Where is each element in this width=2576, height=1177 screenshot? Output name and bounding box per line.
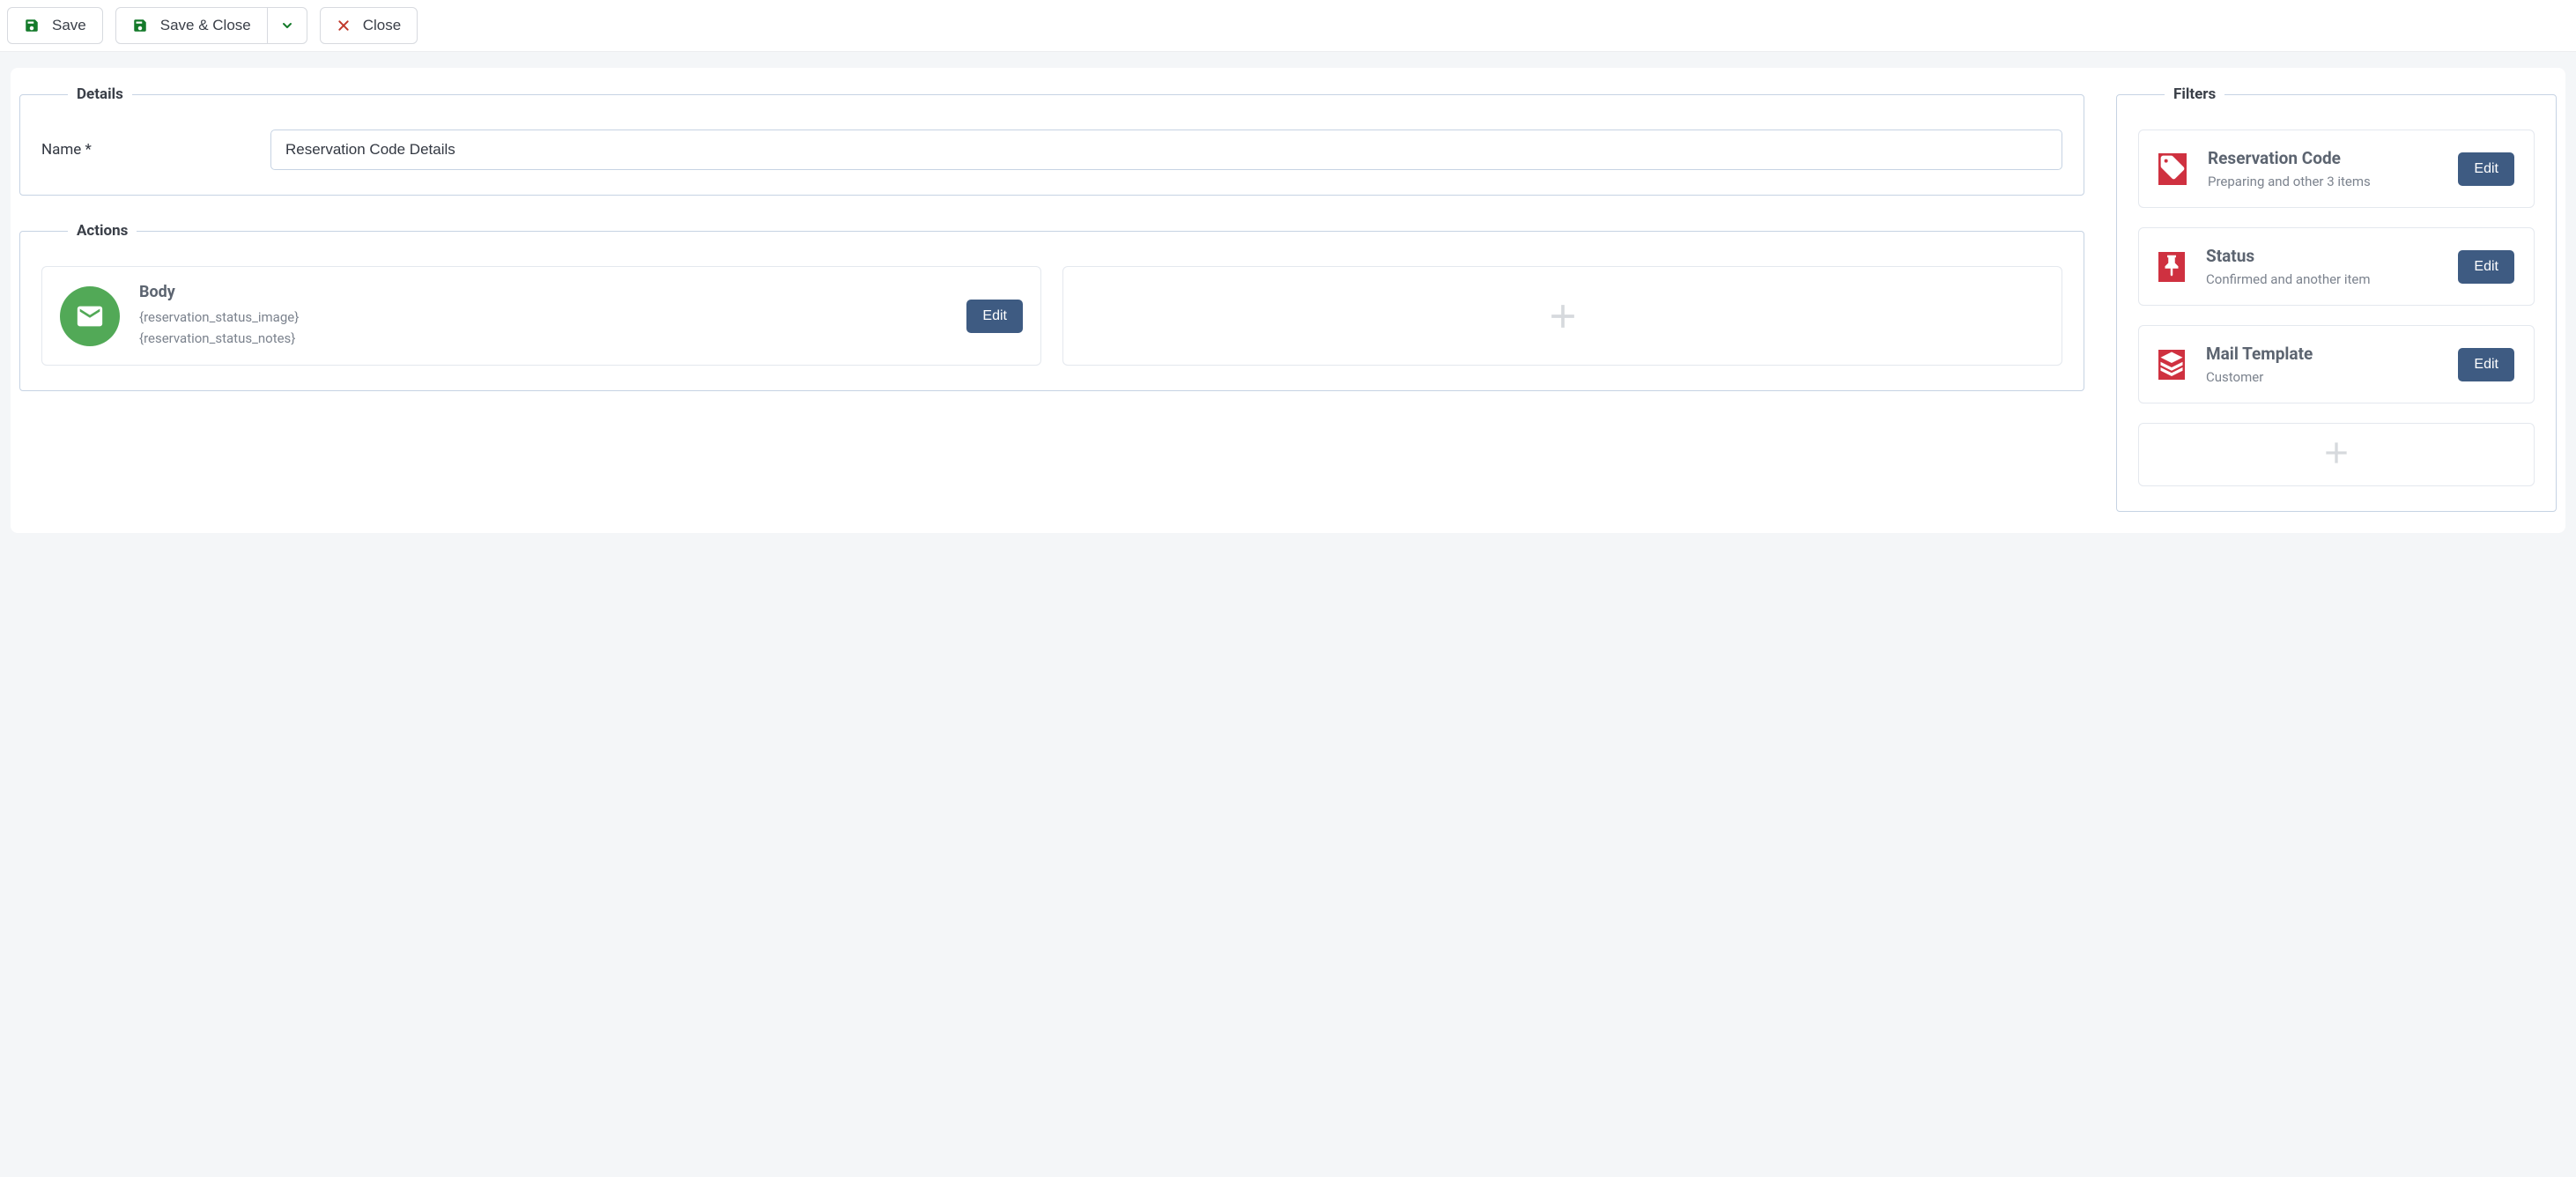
action-sub-line2: {reservation_status_notes}: [139, 328, 947, 349]
edit-filter-button[interactable]: Edit: [2458, 348, 2514, 381]
left-column: Details Name * Actions Body: [19, 85, 2084, 391]
save-close-dropdown-button[interactable]: [267, 7, 307, 44]
save-icon: [24, 18, 40, 33]
edit-action-button[interactable]: Edit: [966, 300, 1023, 333]
filter-sub: Confirmed and another item: [2206, 271, 2437, 287]
filter-title: Status: [2206, 246, 2437, 266]
filter-card-status: Status Confirmed and another item Edit: [2138, 227, 2535, 306]
filter-title: Mail Template: [2206, 344, 2437, 364]
filter-info: Reservation Code Preparing and other 3 i…: [2208, 148, 2437, 189]
filter-card-reservation-code: Reservation Code Preparing and other 3 i…: [2138, 130, 2535, 208]
save-close-button-label: Save & Close: [160, 17, 251, 34]
filters-fieldset: Filters Reservation Code Preparing and o…: [2116, 85, 2557, 512]
name-label: Name *: [41, 141, 235, 159]
layers-icon: [2158, 350, 2185, 380]
filter-title: Reservation Code: [2208, 148, 2437, 168]
actions-legend: Actions: [68, 222, 137, 240]
name-input[interactable]: [270, 130, 2062, 170]
add-filter-button[interactable]: [2138, 423, 2535, 486]
main-panel: Details Name * Actions Body: [11, 68, 2565, 533]
filter-info: Mail Template Customer: [2206, 344, 2437, 385]
action-card-title: Body: [139, 283, 947, 301]
action-card-info: Body {reservation_status_image} {reserva…: [139, 283, 947, 349]
details-legend: Details: [68, 85, 132, 103]
close-button[interactable]: Close: [320, 7, 418, 44]
save-button[interactable]: Save: [7, 7, 103, 44]
filter-card-mail-template: Mail Template Customer Edit: [2138, 325, 2535, 403]
actions-fieldset: Actions Body {reservation_status_image} …: [19, 222, 2084, 391]
save-button-label: Save: [52, 17, 86, 34]
actions-grid: Body {reservation_status_image} {reserva…: [41, 266, 2062, 366]
plus-icon: [1543, 297, 1582, 336]
filter-info: Status Confirmed and another item: [2206, 246, 2437, 287]
tag-icon: [2158, 153, 2187, 185]
close-button-label: Close: [363, 17, 401, 34]
filters-legend: Filters: [2165, 85, 2224, 103]
chevron-down-icon: [280, 19, 294, 33]
action-card-sub: {reservation_status_image} {reservation_…: [139, 307, 947, 349]
envelope-icon: [60, 286, 120, 346]
close-icon: [337, 19, 351, 33]
filter-sub: Customer: [2206, 369, 2437, 385]
filters-list: Reservation Code Preparing and other 3 i…: [2138, 130, 2535, 486]
toolbar: Save Save & Close Close: [0, 0, 2576, 52]
edit-filter-button[interactable]: Edit: [2458, 250, 2514, 284]
save-icon: [132, 18, 148, 33]
name-row: Name *: [41, 130, 2062, 170]
add-action-button[interactable]: [1062, 266, 2062, 366]
action-sub-line1: {reservation_status_image}: [139, 307, 947, 328]
pin-icon: [2158, 252, 2185, 282]
plus-icon: [2319, 435, 2354, 474]
filter-sub: Preparing and other 3 items: [2208, 174, 2437, 189]
save-close-button[interactable]: Save & Close: [115, 7, 268, 44]
edit-filter-button[interactable]: Edit: [2458, 152, 2514, 186]
action-card-body: Body {reservation_status_image} {reserva…: [41, 266, 1041, 366]
page: Details Name * Actions Body: [0, 52, 2576, 549]
right-column: Filters Reservation Code Preparing and o…: [2116, 85, 2557, 512]
details-fieldset: Details Name *: [19, 85, 2084, 196]
save-close-group: Save & Close: [115, 7, 307, 44]
